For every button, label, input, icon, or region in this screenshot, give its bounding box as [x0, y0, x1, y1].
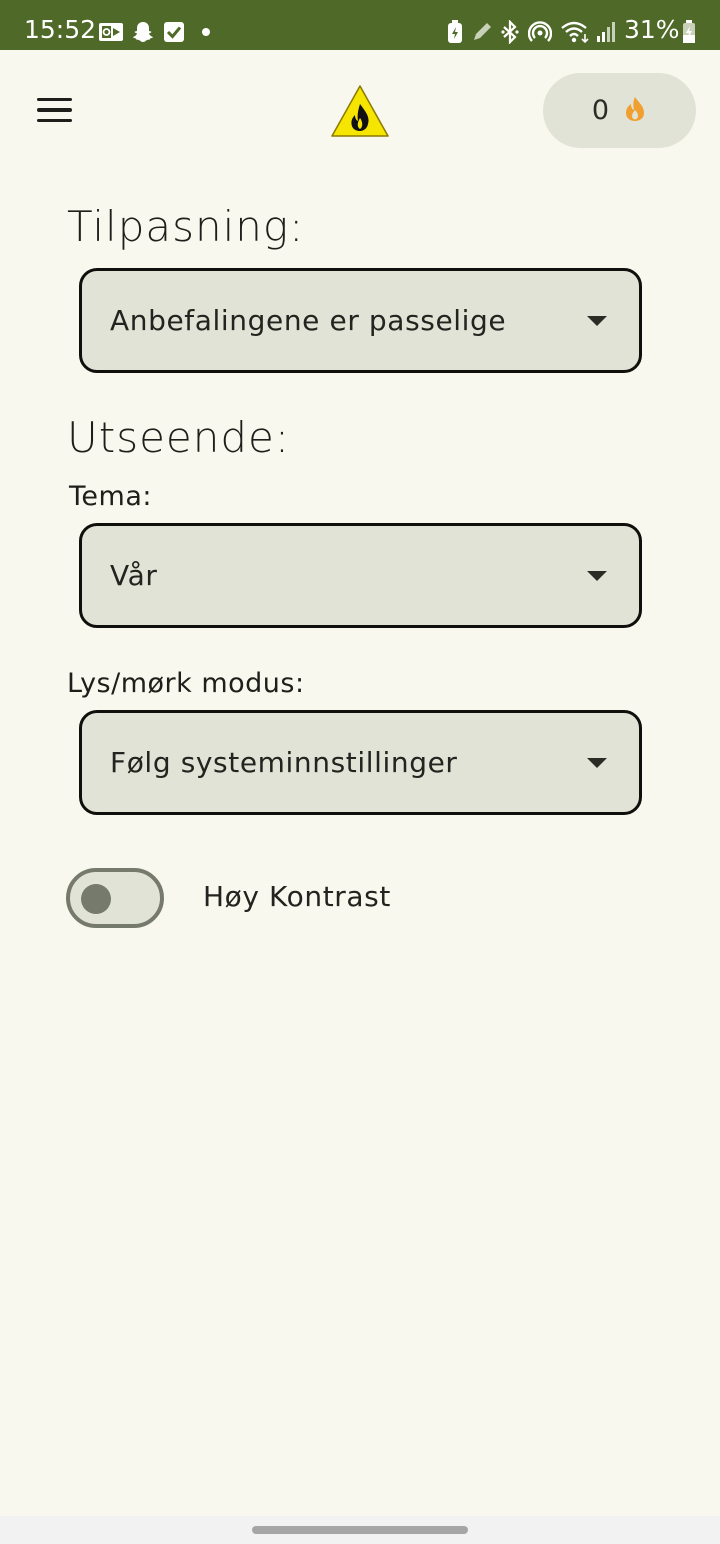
- outlook-icon: [98, 20, 124, 44]
- toggle-knob: [81, 884, 111, 914]
- bluetooth-icon: [499, 20, 521, 44]
- fire-warning-triangle-icon: [330, 84, 390, 138]
- wifi-icon: [560, 20, 592, 44]
- app-header: 0: [0, 50, 720, 170]
- snapchat-icon: [130, 20, 156, 44]
- high-contrast-toggle[interactable]: [66, 868, 164, 928]
- dropdown-arrow-icon: [587, 316, 607, 326]
- streak-counter[interactable]: 0: [543, 73, 696, 148]
- hotspot-icon: [527, 20, 553, 44]
- navigation-bar: [0, 1516, 720, 1544]
- battery-charging-icon: [681, 20, 697, 44]
- theme-dropdown-value: Vår: [110, 559, 158, 592]
- tilpasning-dropdown[interactable]: Anbefalingene er passelige: [79, 268, 642, 373]
- utseende-heading: Utseende:: [67, 413, 291, 462]
- status-time: 15:52: [24, 15, 97, 44]
- pencil-icon: [470, 20, 494, 44]
- mode-label: Lys/mørk modus:: [67, 668, 305, 699]
- battery-percent: 31%: [624, 15, 680, 44]
- tilpasning-heading: Tilpasning:: [67, 202, 305, 251]
- dot-icon: [200, 20, 212, 44]
- dropdown-arrow-icon: [587, 571, 607, 581]
- status-bar: 15:52 31%: [0, 0, 720, 50]
- tilpasning-dropdown-value: Anbefalingene er passelige: [110, 304, 507, 337]
- signal-icon: [596, 20, 616, 44]
- streak-count: 0: [591, 95, 610, 126]
- mode-dropdown[interactable]: Følg systeminnstillinger: [79, 710, 642, 815]
- theme-label: Tema:: [69, 481, 152, 512]
- flame-icon: [623, 95, 647, 127]
- dropdown-arrow-icon: [587, 758, 607, 768]
- battery-saver-icon: [445, 20, 465, 44]
- checkbox-icon: [162, 20, 186, 44]
- theme-dropdown[interactable]: Vår: [79, 523, 642, 628]
- mode-dropdown-value: Følg systeminnstillinger: [110, 746, 458, 779]
- gesture-handle[interactable]: [252, 1526, 468, 1534]
- high-contrast-label: Høy Kontrast: [203, 880, 391, 913]
- hamburger-menu-icon[interactable]: [24, 82, 84, 138]
